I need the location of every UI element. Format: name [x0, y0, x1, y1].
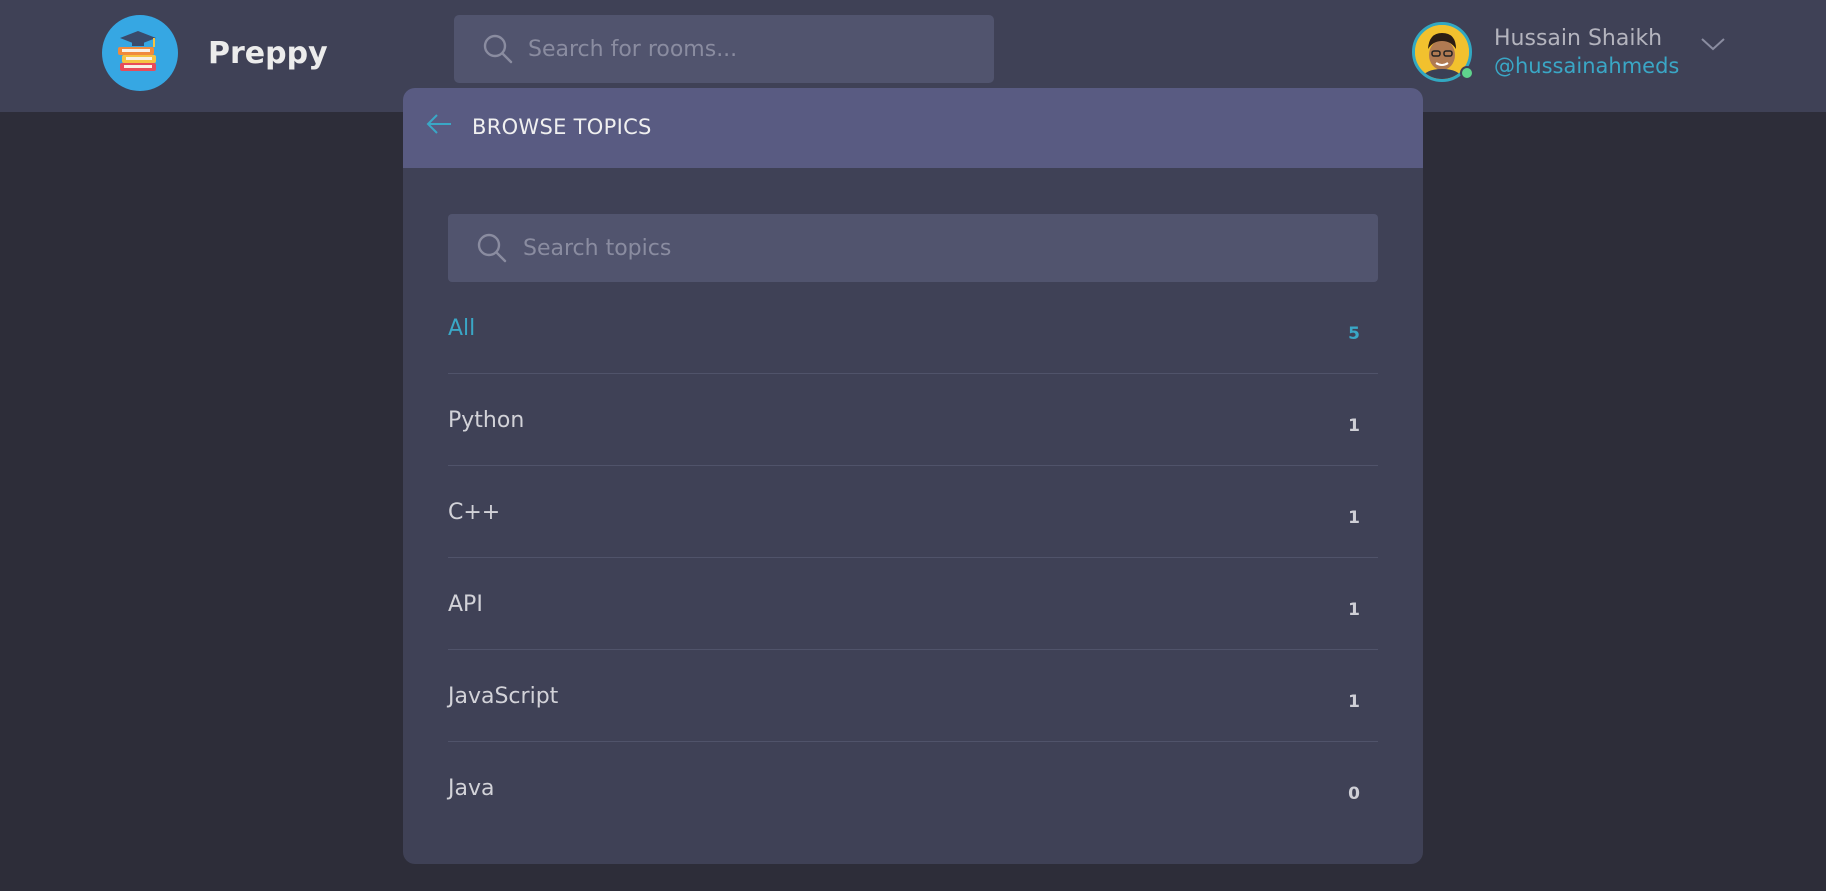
topic-name: API — [448, 592, 483, 617]
logo-icon — [102, 15, 178, 91]
topic-count: 1 — [1348, 508, 1360, 528]
topic-name: All — [448, 316, 476, 341]
room-search-bar[interactable] — [454, 15, 994, 83]
topic-count: 5 — [1348, 324, 1360, 344]
topic-search-bar[interactable] — [448, 214, 1378, 282]
topic-count: 0 — [1348, 784, 1360, 804]
topic-search-input[interactable] — [523, 214, 1343, 282]
brand-name: Preppy — [208, 35, 328, 71]
search-icon — [476, 232, 508, 268]
topic-name: Python — [448, 408, 525, 433]
room-search-input[interactable] — [528, 15, 968, 83]
topic-list: All 5 Python 1 C++ 1 API 1 JavaScript 1 … — [448, 282, 1378, 834]
topic-count: 1 — [1348, 416, 1360, 436]
chevron-down-icon[interactable] — [1700, 36, 1726, 56]
user-menu[interactable]: Hussain Shaikh @hussainahmeds — [1412, 22, 1679, 82]
user-handle: @hussainahmeds — [1494, 54, 1680, 78]
topic-item-java[interactable]: Java 0 — [448, 742, 1378, 834]
search-icon — [482, 33, 514, 69]
panel-title: BROWSE TOPICS — [472, 115, 652, 139]
brand-link[interactable]: Preppy — [102, 15, 328, 91]
topic-item-javascript[interactable]: JavaScript 1 — [448, 650, 1378, 742]
topic-count: 1 — [1348, 692, 1360, 712]
panel-header: BROWSE TOPICS — [403, 88, 1423, 168]
user-info: Hussain Shaikh @hussainahmeds — [1494, 25, 1679, 79]
user-name: Hussain Shaikh — [1494, 26, 1663, 51]
online-status-dot — [1460, 66, 1474, 80]
topic-name: Java — [448, 776, 495, 801]
topic-count: 1 — [1348, 600, 1360, 620]
avatar-container — [1412, 22, 1474, 82]
topic-name: JavaScript — [448, 684, 559, 709]
browse-topics-panel: BROWSE TOPICS All 5 Python 1 C++ 1 API 1 — [403, 88, 1423, 864]
topic-item-cpp[interactable]: C++ 1 — [448, 466, 1378, 558]
topic-item-api[interactable]: API 1 — [448, 558, 1378, 650]
arrow-left-icon[interactable] — [425, 112, 453, 140]
topic-name: C++ — [448, 500, 501, 525]
topic-item-all[interactable]: All 5 — [448, 282, 1378, 374]
topic-item-python[interactable]: Python 1 — [448, 374, 1378, 466]
